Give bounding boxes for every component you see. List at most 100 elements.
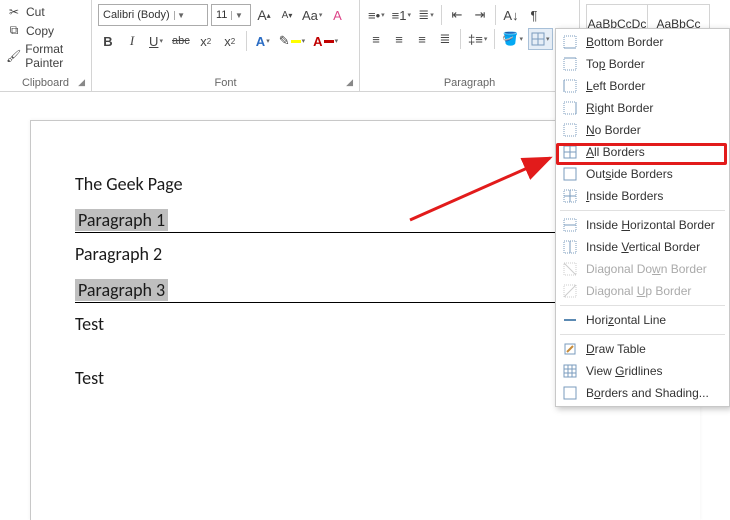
menu-item-label: Left Border [586, 79, 645, 93]
align-center-button[interactable]: ≡ [389, 28, 409, 50]
menu-item-label: Inside Vertical Border [586, 240, 700, 254]
strikethrough-button[interactable]: abc [170, 30, 192, 52]
border-du-icon [562, 283, 578, 299]
border-menu-all[interactable]: All Borders [556, 141, 729, 163]
menu-item-label: All Borders [586, 145, 645, 159]
border-menu-left[interactable]: Left Border [556, 75, 729, 97]
eraser-icon: A [333, 8, 342, 23]
align-left-button[interactable]: ≡ [366, 28, 386, 50]
border-dlg-icon [562, 385, 578, 401]
multilevel-icon: ≣ [418, 7, 429, 23]
menu-item-label: Borders and Shading... [586, 386, 709, 400]
sort-button[interactable]: A↓ [501, 4, 521, 26]
grow-font-button[interactable]: A▴ [254, 4, 274, 26]
justify-button[interactable]: ≣ [435, 28, 455, 50]
borders-icon [531, 32, 545, 46]
font-size-combo[interactable]: 11 ▼ [211, 4, 251, 26]
selected-text: Paragraph 3 [75, 279, 168, 301]
border-menu-iv[interactable]: Inside Vertical Border [556, 236, 729, 258]
cut-button[interactable]: ✂ Cut [6, 5, 85, 19]
menu-separator [560, 334, 725, 335]
decrease-indent-button[interactable]: ⇤ [447, 4, 467, 26]
border-grid-icon [562, 363, 578, 379]
clipboard-launcher-icon[interactable]: ◢ [78, 77, 85, 88]
paintbrush-icon: 🖌 [6, 49, 21, 63]
indent-icon: ⇥ [475, 7, 486, 23]
change-case-button[interactable]: Aa▾ [300, 4, 324, 26]
border-menu-draw[interactable]: Draw Table [556, 338, 729, 360]
font-color-button[interactable]: A▾ [311, 30, 340, 52]
shrink-font-button[interactable]: A▾ [277, 4, 297, 26]
copy-button[interactable]: ⧉ Copy [6, 23, 85, 38]
font-launcher-icon[interactable]: ◢ [346, 77, 353, 88]
bold-button[interactable]: B [98, 30, 118, 52]
shading-button[interactable]: 🪣▾ [500, 28, 525, 50]
border-inside-icon [562, 188, 578, 204]
menu-item-label: Inside Borders [586, 189, 663, 203]
menu-item-label: Top Border [586, 57, 645, 71]
menu-item-label: Horizontal Line [586, 313, 666, 327]
underline-button[interactable]: U▾ [146, 30, 166, 52]
border-right-icon [562, 100, 578, 116]
subscript-button[interactable]: x2 [196, 30, 216, 52]
menu-item-label: Right Border [586, 101, 653, 115]
selected-text: Paragraph 1 [75, 209, 168, 231]
border-dd-icon [562, 261, 578, 277]
group-clipboard: ✂ Cut ⧉ Copy 🖌 Format Painter Clipboard … [0, 0, 92, 91]
border-none-icon [562, 122, 578, 138]
chevron-down-icon: ▼ [231, 11, 245, 20]
superscript-button[interactable]: x2 [220, 30, 240, 52]
border-top-icon [562, 56, 578, 72]
border-all-icon [562, 144, 578, 160]
border-left-icon [562, 78, 578, 94]
border-menu-hz[interactable]: Horizontal Line [556, 309, 729, 331]
italic-button[interactable]: I [122, 30, 142, 52]
border-menu-outside[interactable]: Outside Borders [556, 163, 729, 185]
bullets-icon: ≡• [368, 8, 380, 23]
scissors-icon: ✂ [6, 5, 22, 19]
border-menu-du: Diagonal Up Border [556, 280, 729, 302]
border-menu-right[interactable]: Right Border [556, 97, 729, 119]
highlighter-icon: ✎ [279, 33, 290, 49]
font-name-value: Calibri (Body) [99, 9, 174, 21]
align-right-button[interactable]: ≡ [412, 28, 432, 50]
border-menu-ih[interactable]: Inside Horizontal Border [556, 214, 729, 236]
line-spacing-icon: ‡≡ [468, 32, 483, 47]
menu-item-label: Draw Table [586, 342, 646, 356]
numbering-button[interactable]: ≡1▾ [390, 4, 413, 26]
pilcrow-icon: ¶ [531, 8, 538, 23]
text-effects-button[interactable]: A▾ [253, 30, 273, 52]
increase-indent-button[interactable]: ⇥ [470, 4, 490, 26]
line-spacing-button[interactable]: ‡≡▾ [466, 28, 489, 50]
sort-icon: A↓ [503, 8, 518, 23]
highlight-button[interactable]: ✎▾ [277, 30, 307, 52]
borders-dropdown: Bottom Border Top Border Left Border Right … [555, 28, 730, 407]
bullets-button[interactable]: ≡•▾ [366, 4, 387, 26]
menu-separator [560, 305, 725, 306]
menu-item-label: Bottom Border [586, 35, 663, 49]
copy-icon: ⧉ [6, 23, 22, 38]
justify-icon: ≣ [440, 31, 451, 47]
clear-formatting-button[interactable]: A [327, 4, 347, 26]
outdent-icon: ⇤ [452, 7, 463, 23]
group-paragraph: ≡•▾ ≡1▾ ≣▾ ⇤ ⇥ A↓ ¶ ≡ ≡ ≡ ≣ ‡≡▾ 🪣▾ ▾ [360, 0, 580, 91]
font-name-combo[interactable]: Calibri (Body) ▼ [98, 4, 208, 26]
borders-button[interactable]: ▾ [528, 28, 553, 50]
border-menu-none[interactable]: No Border [556, 119, 729, 141]
multilevel-button[interactable]: ≣▾ [416, 4, 436, 26]
show-marks-button[interactable]: ¶ [524, 4, 544, 26]
format-painter-button[interactable]: 🖌 Format Painter [6, 42, 85, 70]
align-center-icon: ≡ [395, 32, 403, 47]
align-right-icon: ≡ [418, 32, 426, 47]
border-menu-bottom[interactable]: Bottom Border [556, 31, 729, 53]
format-painter-label: Format Painter [25, 42, 85, 70]
group-font-label: Font [214, 77, 236, 89]
border-menu-dlg[interactable]: Borders and Shading... [556, 382, 729, 404]
copy-label: Copy [26, 24, 54, 38]
border-menu-grid[interactable]: View Gridlines [556, 360, 729, 382]
align-left-icon: ≡ [372, 32, 380, 47]
group-font: Calibri (Body) ▼ 11 ▼ A▴ A▾ Aa▾ A B I U▾… [92, 0, 360, 91]
border-menu-inside[interactable]: Inside Borders [556, 185, 729, 207]
border-menu-top[interactable]: Top Border [556, 53, 729, 75]
border-draw-icon [562, 341, 578, 357]
